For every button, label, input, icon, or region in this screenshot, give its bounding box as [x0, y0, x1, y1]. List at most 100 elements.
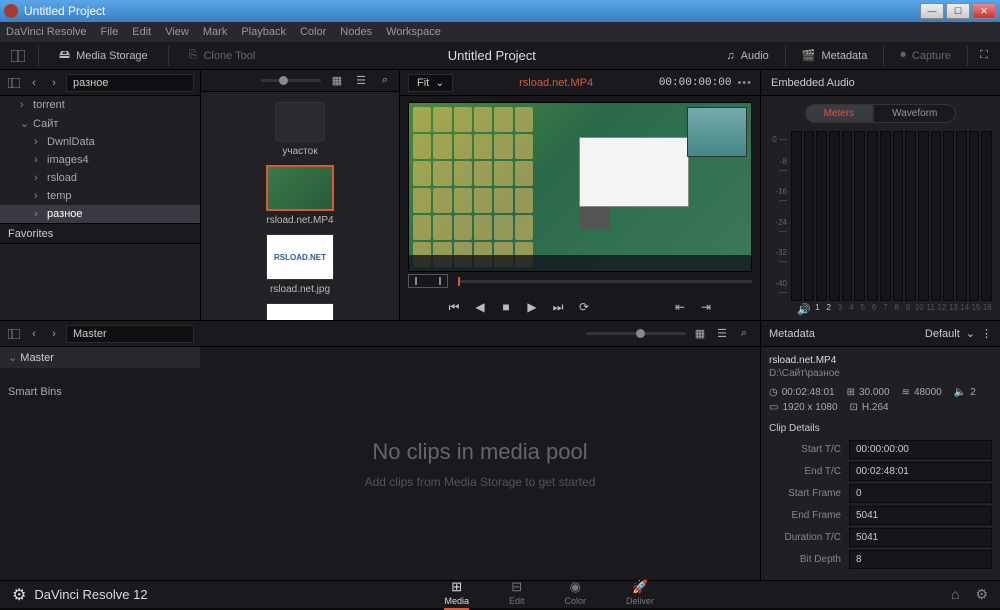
metadata-panel-button[interactable]: 🎬Metadata: [794, 45, 876, 66]
grid-view-icon[interactable]: ▦: [329, 73, 345, 89]
image-thumb-2[interactable]: RSLOAD.NET: [266, 303, 334, 320]
meter-bar: [804, 131, 815, 301]
favorites-header: Favorites: [0, 224, 200, 244]
audio-panel-button[interactable]: ♫Audio: [718, 46, 776, 66]
menu-edit[interactable]: Edit: [132, 26, 151, 38]
meta-filepath: D:\Сайт\разное: [769, 368, 992, 379]
meter-bar: [791, 131, 802, 301]
meter-bar: [969, 131, 980, 301]
meter-bar: [956, 131, 967, 301]
page-deliver[interactable]: 🚀Deliver: [626, 579, 654, 610]
panel-toggle-icon[interactable]: [10, 48, 26, 64]
meter-bar: [867, 131, 878, 301]
meter-bar: [880, 131, 891, 301]
path-field[interactable]: разное: [66, 74, 194, 92]
meter-bar: [829, 131, 840, 301]
menu-view[interactable]: View: [165, 26, 189, 38]
last-frame-button[interactable]: ⏭: [550, 300, 566, 315]
play-reverse-button[interactable]: ◀: [472, 300, 488, 314]
page-bar: ⚙ DaVinci Resolve 12 ⊞Media ⊟Edit ◉Color…: [0, 580, 1000, 608]
menu-color[interactable]: Color: [300, 26, 326, 38]
menu-workspace[interactable]: Workspace: [386, 26, 441, 38]
tree-item[interactable]: › images4: [0, 151, 200, 169]
clone-icon: ⎘: [189, 49, 198, 62]
layout-icon[interactable]: [6, 75, 22, 91]
page-color[interactable]: ◉Color: [565, 579, 587, 610]
meter-bar: [943, 131, 954, 301]
tree-item[interactable]: › torrent: [0, 96, 200, 114]
clip-thumb-selected[interactable]: rsload.net.MP4: [266, 165, 334, 226]
capture-button[interactable]: ⏺Capture: [892, 45, 959, 66]
play-button[interactable]: ▶: [524, 300, 540, 314]
project-title: Untitled Project: [273, 48, 710, 63]
speaker-icon[interactable]: 🔊: [789, 303, 811, 316]
viewer-clipname: rsload.net.MP4: [459, 77, 652, 89]
page-media[interactable]: ⊞Media: [444, 579, 469, 610]
zoom-select[interactable]: Fit⌄: [408, 74, 453, 92]
gear-icon[interactable]: ⚙: [975, 586, 988, 603]
master-bin[interactable]: ⌄ Master: [0, 347, 200, 368]
page-edit[interactable]: ⊟Edit: [509, 579, 525, 610]
loop-button[interactable]: ⟳: [576, 300, 592, 314]
meter-bar: [842, 131, 853, 301]
pool-path[interactable]: Master: [66, 325, 194, 343]
metadata-options-icon[interactable]: ⋮: [981, 327, 992, 340]
close-button[interactable]: ✕: [972, 3, 996, 19]
pool-nav-back[interactable]: ‹: [26, 326, 42, 342]
top-toolbar: 🖴 Media Storage ⎘ Clone Tool Untitled Pr…: [0, 42, 1000, 70]
menu-davinci[interactable]: DaVinci Resolve: [6, 26, 87, 38]
tree-item[interactable]: › DwnlData: [0, 133, 200, 151]
meters-tab[interactable]: Meters: [805, 104, 874, 123]
search-icon[interactable]: ⌕: [377, 73, 393, 89]
speaker-icon: 🔈: [954, 387, 966, 398]
minimize-button[interactable]: —: [920, 3, 944, 19]
mark-in-button[interactable]: ⇤: [672, 300, 688, 314]
pool-list-icon[interactable]: ☰: [714, 326, 730, 342]
meter-bar: [918, 131, 929, 301]
meta-filename: rsload.net.MP4: [769, 355, 992, 366]
pool-grid-icon[interactable]: ▦: [692, 326, 708, 342]
nav-fwd-icon[interactable]: ›: [46, 75, 62, 91]
deliver-page-icon: 🚀: [632, 579, 648, 595]
tree-item[interactable]: ⌄ Сайт: [0, 114, 200, 133]
menu-playback[interactable]: Playback: [241, 26, 286, 38]
media-storage-button[interactable]: 🖴 Media Storage: [51, 42, 156, 69]
scrubber[interactable]: [408, 272, 752, 290]
menu-file[interactable]: File: [101, 26, 119, 38]
pool-nav-fwd[interactable]: ›: [46, 326, 62, 342]
window-title: Untitled Project: [24, 4, 920, 18]
color-page-icon: ◉: [570, 579, 581, 595]
fullscreen-icon[interactable]: ⛶: [976, 48, 992, 64]
folder-thumb[interactable]: участок: [275, 102, 325, 157]
maximize-button[interactable]: ☐: [946, 3, 970, 19]
list-view-icon[interactable]: ☰: [353, 73, 369, 89]
waveform-tab[interactable]: Waveform: [873, 104, 956, 123]
home-icon[interactable]: ⌂: [951, 586, 959, 603]
loop-range-icon[interactable]: [408, 274, 448, 288]
source-viewer[interactable]: [408, 102, 752, 272]
pool-thumb-slider[interactable]: [586, 332, 686, 335]
thumb-size-slider[interactable]: [261, 79, 321, 82]
detail-row: End T/C00:02:48:01: [769, 462, 992, 481]
nav-back-icon[interactable]: ‹: [26, 75, 42, 91]
metadata-header: Metadata: [769, 328, 815, 340]
clapper-icon: 🎬: [802, 49, 816, 62]
pool-layout-icon[interactable]: [6, 326, 22, 342]
image-thumb[interactable]: RSLOAD.NET rsload.net.jpg: [266, 234, 334, 295]
menu-mark[interactable]: Mark: [203, 26, 227, 38]
chevron-down-icon[interactable]: ⌄: [966, 327, 975, 340]
pool-search-icon[interactable]: ⌕: [736, 326, 752, 342]
media-page-icon: ⊞: [451, 579, 462, 595]
app-icon: [4, 4, 18, 18]
tree-item[interactable]: › temp: [0, 187, 200, 205]
stop-button[interactable]: ■: [498, 300, 514, 314]
metadata-preset[interactable]: Default: [925, 328, 960, 340]
menu-nodes[interactable]: Nodes: [340, 26, 372, 38]
drive-icon: 🖴: [59, 46, 70, 65]
clone-tool-button[interactable]: ⎘ Clone Tool: [181, 45, 264, 66]
mark-out-button[interactable]: ⇥: [698, 300, 714, 314]
tree-item[interactable]: › rsload: [0, 169, 200, 187]
viewer-options-icon[interactable]: •••: [737, 77, 752, 89]
first-frame-button[interactable]: ⏮: [446, 300, 462, 315]
tree-item[interactable]: › разное: [0, 205, 200, 223]
